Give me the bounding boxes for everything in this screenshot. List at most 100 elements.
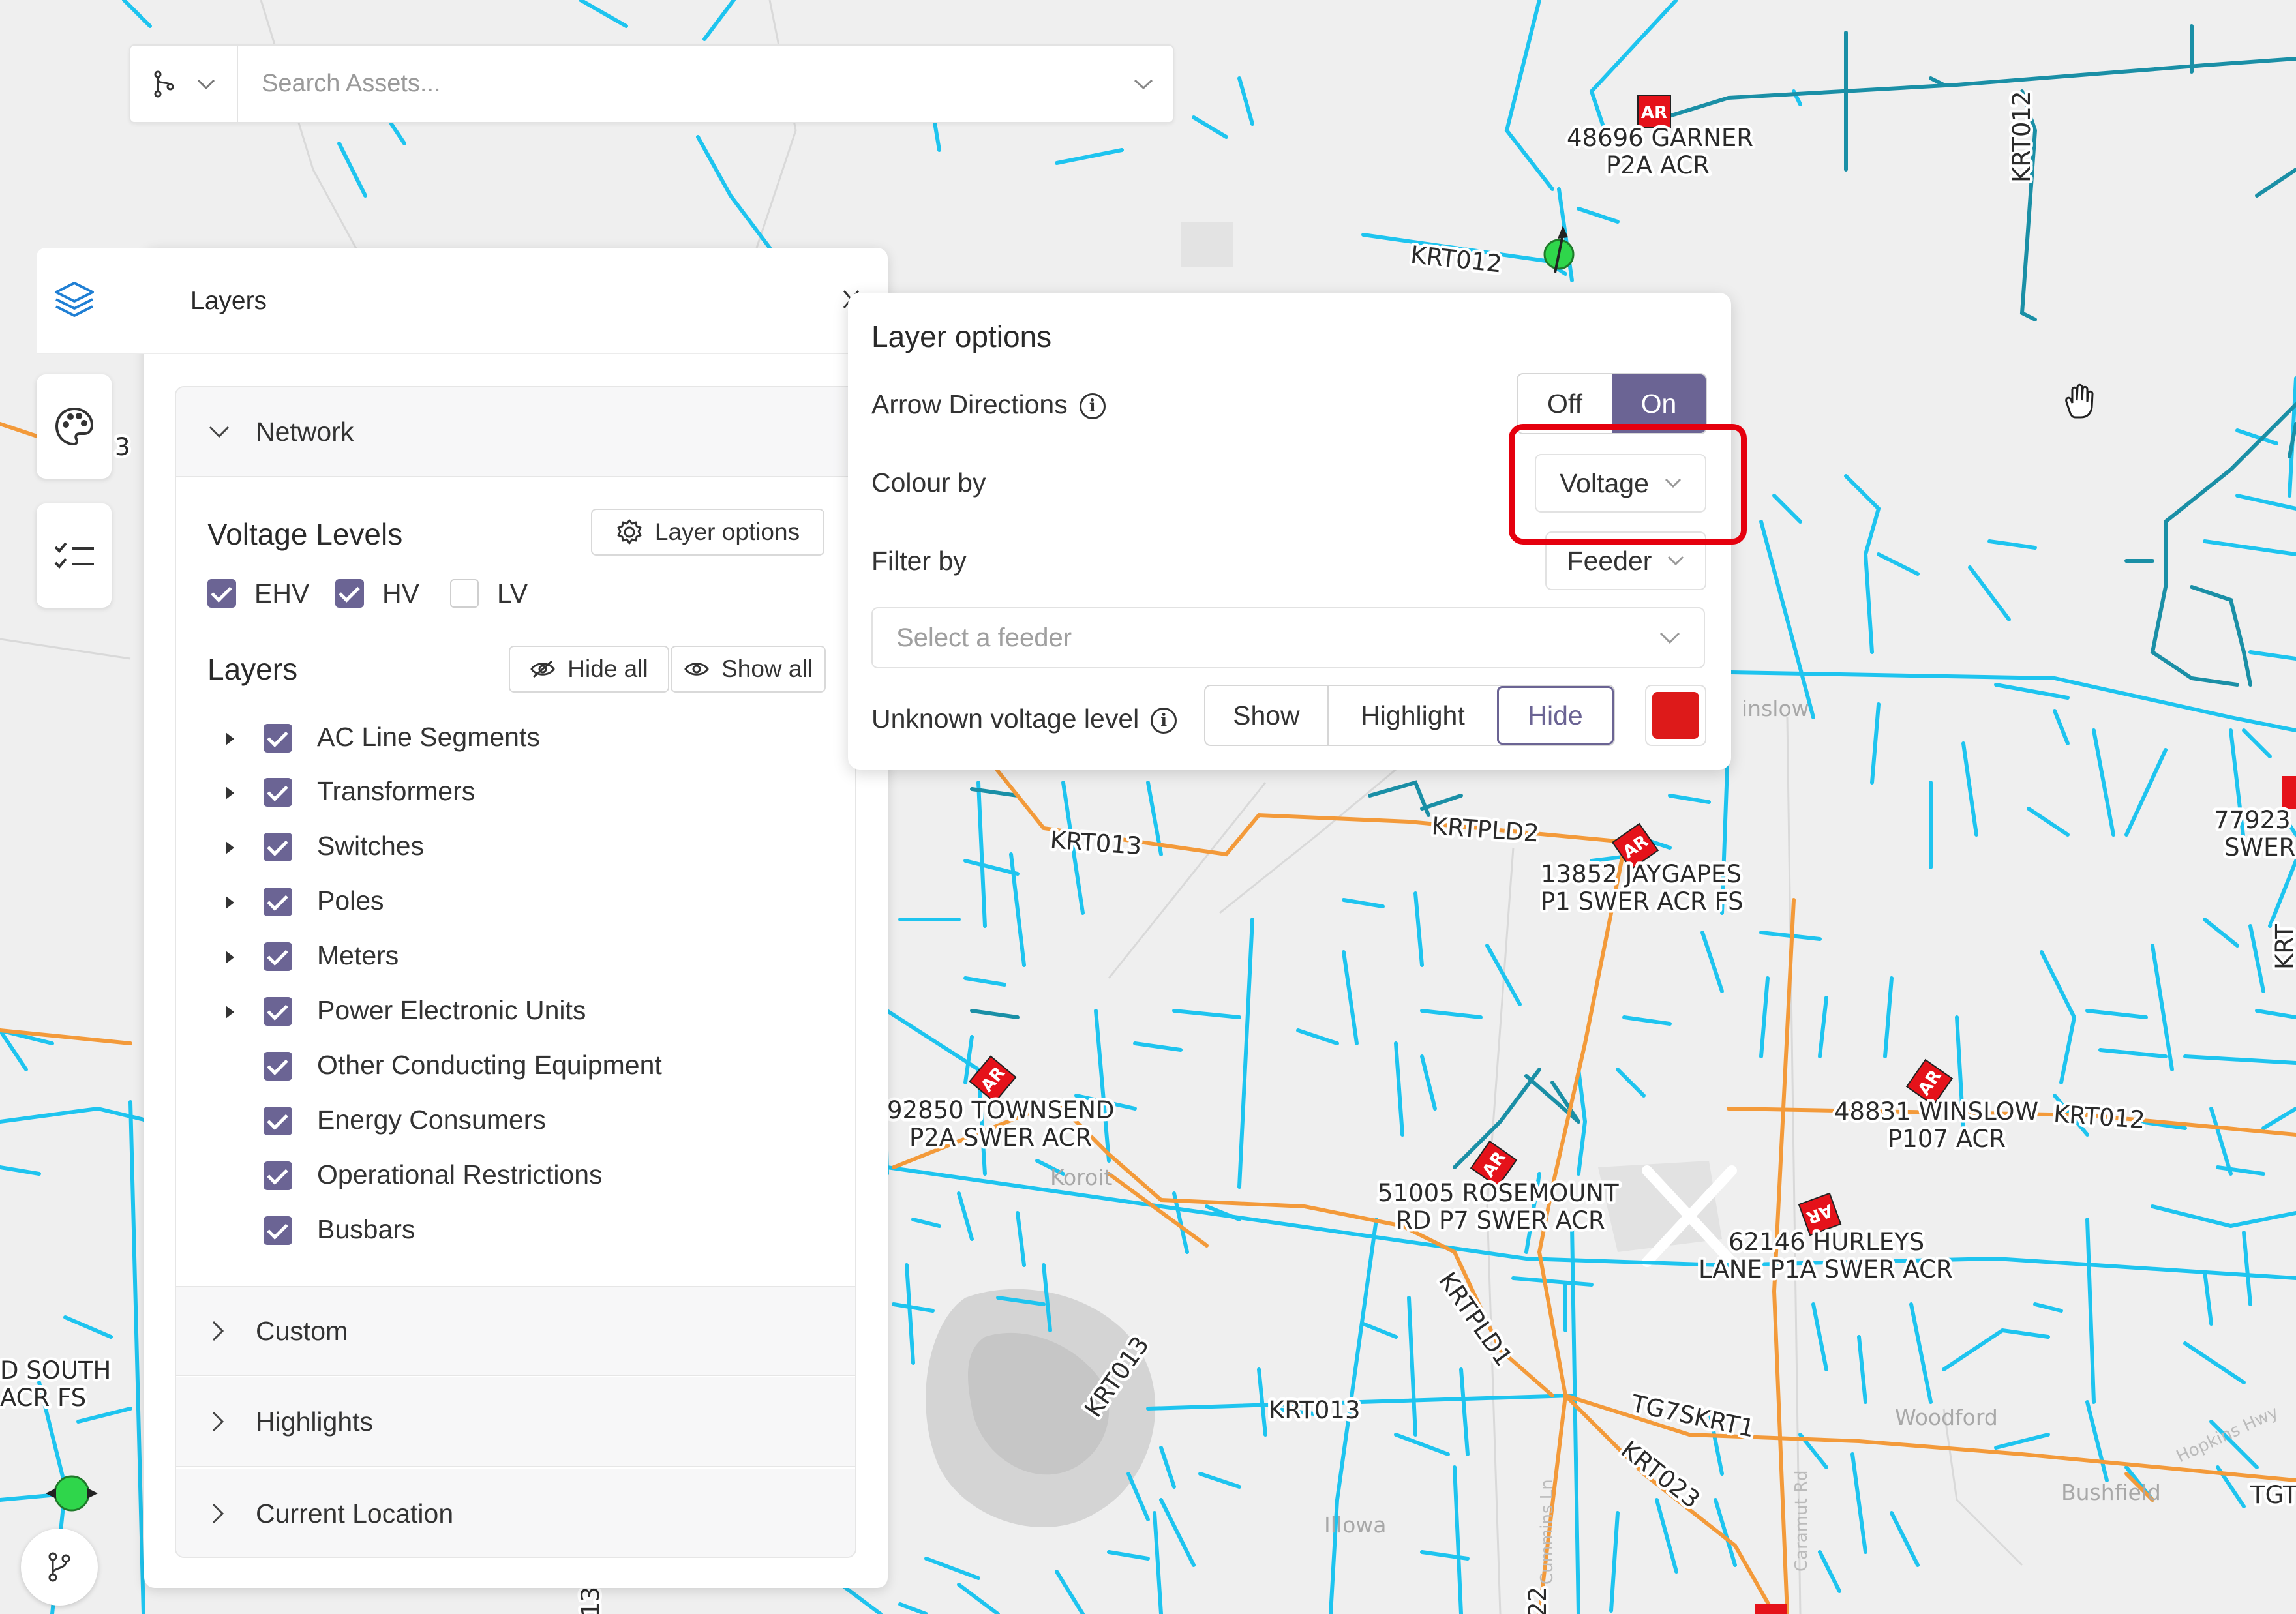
- info-icon[interactable]: i: [1151, 708, 1177, 734]
- palette-icon: [55, 407, 93, 446]
- feeder-label: KRT: [2271, 924, 2296, 970]
- feeder-label: KRT012: [2008, 91, 2036, 183]
- device-label: P1 SWER ACR FS: [1541, 888, 1744, 916]
- layer-checkbox[interactable]: [264, 1107, 292, 1135]
- layer-checkbox[interactable]: [264, 997, 292, 1026]
- arrow-directions-text: Arrow Directions: [871, 389, 1068, 419]
- unknown-voltage-toggle: Show Highlight Hide: [1204, 685, 1615, 746]
- feeder-label: KRT013: [1269, 1396, 1361, 1424]
- show-all-button[interactable]: Show all: [671, 646, 826, 693]
- expand-caret-icon[interactable]: [226, 732, 234, 745]
- chevron-down-icon: [1668, 556, 1684, 566]
- town-label: Koroit: [1050, 1165, 1112, 1190]
- info-icon[interactable]: i: [1079, 393, 1106, 420]
- chevron-right-icon: [212, 1411, 224, 1432]
- layer-options-button[interactable]: Layer options: [591, 509, 824, 556]
- gear-icon: [617, 519, 642, 545]
- voltage-levels-title: Voltage Levels: [207, 517, 403, 551]
- layer-label: Switches: [317, 831, 425, 861]
- highlights-accordion-header[interactable]: Highlights: [176, 1377, 855, 1467]
- hide-all-button[interactable]: Hide all: [509, 646, 669, 693]
- filter-by-value: Feeder: [1567, 545, 1652, 576]
- unknown-voltage-colour-swatch[interactable]: [1645, 685, 1706, 746]
- lv-label: LV: [497, 578, 528, 608]
- checklist-button[interactable]: [37, 503, 112, 608]
- search-bar: [129, 44, 1174, 123]
- map-misc-label: 13: [577, 1587, 605, 1614]
- ehv-checkbox[interactable]: [207, 579, 236, 608]
- hv-label: HV: [382, 578, 419, 608]
- map-misc-label: 3: [115, 433, 130, 461]
- device-label: 48696 GARNER: [1567, 124, 1753, 152]
- chevron-down-icon: [197, 79, 215, 89]
- custom-accordion-header[interactable]: Custom: [176, 1286, 855, 1376]
- layer-checkbox[interactable]: [264, 724, 292, 753]
- search-dropdown-toggle[interactable]: [1114, 78, 1173, 90]
- branch-icon: [154, 70, 174, 97]
- chevron-right-icon: [212, 1321, 224, 1341]
- layer-options-label: Layer options: [654, 518, 800, 545]
- eye-icon: [684, 663, 709, 676]
- recloser-marker[interactable]: [2282, 776, 2296, 809]
- expand-caret-icon[interactable]: [226, 896, 234, 909]
- device-label: 62146 HURLEYS: [1729, 1228, 1924, 1256]
- layer-checkbox[interactable]: [264, 1161, 292, 1190]
- layer-label: Power Electronic Units: [317, 995, 586, 1025]
- device-label: SWER: [2224, 833, 2295, 861]
- road-label: Cummins Ln: [1537, 1479, 1557, 1585]
- layers-panel-title: Layers: [190, 287, 267, 315]
- layer-label: Operational Restrictions: [317, 1159, 603, 1189]
- layers-section-title: Layers: [207, 652, 298, 686]
- lv-checkbox[interactable]: [450, 579, 479, 608]
- eye-off-icon: [530, 660, 556, 678]
- device-label: P2A ACR: [1606, 151, 1710, 179]
- block-area: [1181, 222, 1233, 267]
- town-label: inslow: [1742, 696, 1809, 721]
- expand-caret-icon[interactable]: [226, 786, 234, 800]
- device-label: 13852 JAYGAPES: [1541, 860, 1742, 888]
- unknown-highlight-option[interactable]: Highlight: [1329, 686, 1497, 745]
- unknown-voltage-text: Unknown voltage level: [871, 704, 1140, 734]
- branch-fab-button[interactable]: [21, 1529, 98, 1606]
- svg-text:AR: AR: [1641, 103, 1667, 123]
- palette-button[interactable]: [37, 374, 112, 479]
- hv-checkbox[interactable]: [335, 579, 364, 608]
- feeder-select[interactable]: Select a feeder: [871, 607, 1705, 668]
- filter-by-label: Filter by: [871, 546, 967, 576]
- expand-caret-icon[interactable]: [226, 1006, 234, 1019]
- layer-label: Other Conducting Equipment: [317, 1050, 662, 1080]
- search-mode-selector[interactable]: [130, 46, 238, 122]
- unknown-hide-option[interactable]: Hide: [1497, 686, 1614, 745]
- map-misc-label: 22: [1524, 1587, 1552, 1614]
- layer-checkbox[interactable]: [264, 1216, 292, 1245]
- network-accordion-header[interactable]: Network: [176, 387, 855, 477]
- network-label: Network: [256, 416, 354, 447]
- layer-label: Energy Consumers: [317, 1105, 546, 1135]
- unknown-show-option[interactable]: Show: [1205, 686, 1329, 745]
- device-label: ACR FS: [0, 1384, 86, 1412]
- arrow-directions-label: Arrow Directions i: [871, 389, 1106, 420]
- layer-label: Busbars: [317, 1214, 415, 1244]
- current-location-accordion-header[interactable]: Current Location: [176, 1469, 855, 1557]
- expand-caret-icon[interactable]: [226, 951, 234, 964]
- town-label: Bushfield: [2061, 1480, 2161, 1505]
- layer-label: Poles: [317, 886, 384, 916]
- expand-caret-icon[interactable]: [226, 841, 234, 854]
- recloser-marker[interactable]: [1755, 1604, 1787, 1614]
- chevron-down-icon: [1659, 632, 1680, 644]
- town-label: Illowa: [1324, 1512, 1386, 1538]
- chevron-down-icon: [1134, 79, 1153, 89]
- layer-checkbox[interactable]: [264, 888, 292, 916]
- device-label: 51005 ROSEMOUNT: [1378, 1179, 1619, 1207]
- layer-checkbox[interactable]: [264, 833, 292, 861]
- layer-label: AC Line Segments: [317, 722, 540, 752]
- recloser-marker[interactable]: AR: [1637, 95, 1671, 128]
- layer-checkbox[interactable]: [264, 778, 292, 807]
- highlights-label: Highlights: [256, 1406, 374, 1437]
- search-input[interactable]: [238, 45, 1114, 123]
- layers-icon[interactable]: [53, 280, 95, 320]
- hide-all-label: Hide all: [567, 655, 648, 682]
- layer-checkbox[interactable]: [264, 1052, 292, 1081]
- device-label: 48831 WINSLOW: [1834, 1098, 2038, 1126]
- layer-checkbox[interactable]: [264, 942, 292, 971]
